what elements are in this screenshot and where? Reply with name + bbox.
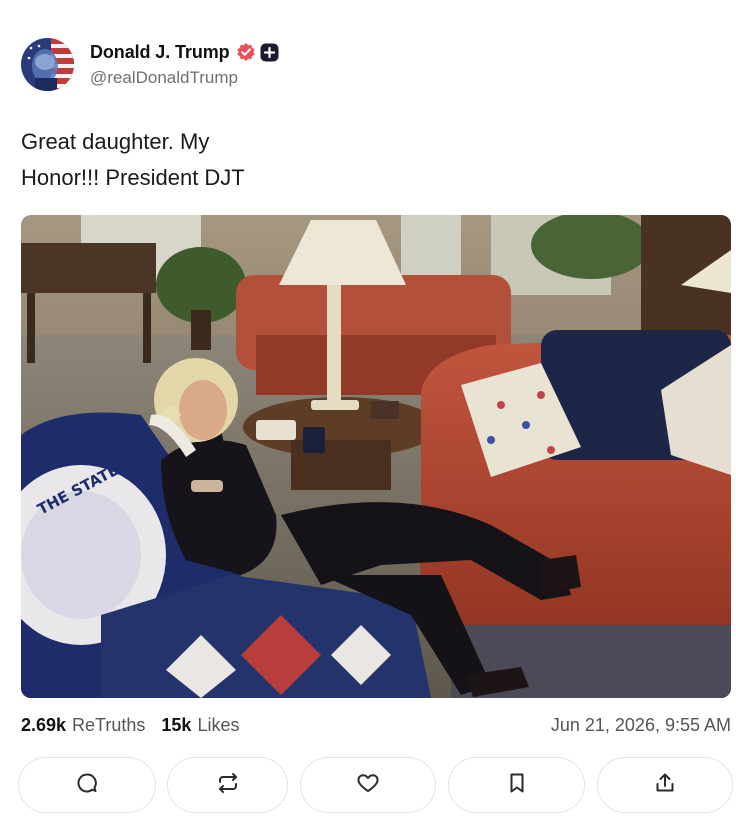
bookmark-icon [505, 771, 529, 800]
post-actions [18, 757, 733, 813]
author-avatar[interactable] [21, 37, 74, 91]
post-card: Donald J. Trump @realDonaldTrump Great d… [0, 0, 736, 831]
share-button[interactable] [597, 757, 733, 813]
repost-icon [216, 771, 240, 800]
post-text-line: Honor!!! President DJT [21, 165, 245, 190]
comment-icon [75, 771, 99, 800]
post-photo[interactable]: THE STATE [21, 215, 731, 698]
post-text-line: Great daughter. My [21, 129, 210, 154]
likes-label[interactable]: Likes [197, 715, 239, 736]
verified-badge-icon [236, 42, 256, 62]
retruth-button[interactable] [167, 757, 288, 813]
plus-square-icon [260, 43, 279, 62]
post-stats: 2.69k ReTruths 15k Likes Jun 21, 2026, 9… [21, 712, 731, 738]
likes-count[interactable]: 15k [161, 715, 191, 736]
bookmark-button[interactable] [448, 757, 585, 813]
reply-button[interactable] [18, 757, 156, 813]
author-handle[interactable]: @realDonaldTrump [90, 68, 279, 88]
post-header: Donald J. Trump @realDonaldTrump [21, 37, 279, 91]
retruths-count[interactable]: 2.69k [21, 715, 66, 736]
retruths-label[interactable]: ReTruths [72, 715, 145, 736]
author-name[interactable]: Donald J. Trump [90, 42, 230, 63]
post-text: Great daughter. My Honor!!! President DJ… [21, 124, 321, 196]
share-icon [653, 771, 677, 800]
like-button[interactable] [300, 757, 436, 813]
heart-icon [356, 771, 380, 800]
post-timestamp[interactable]: Jun 21, 2026, 9:55 AM [551, 715, 731, 736]
